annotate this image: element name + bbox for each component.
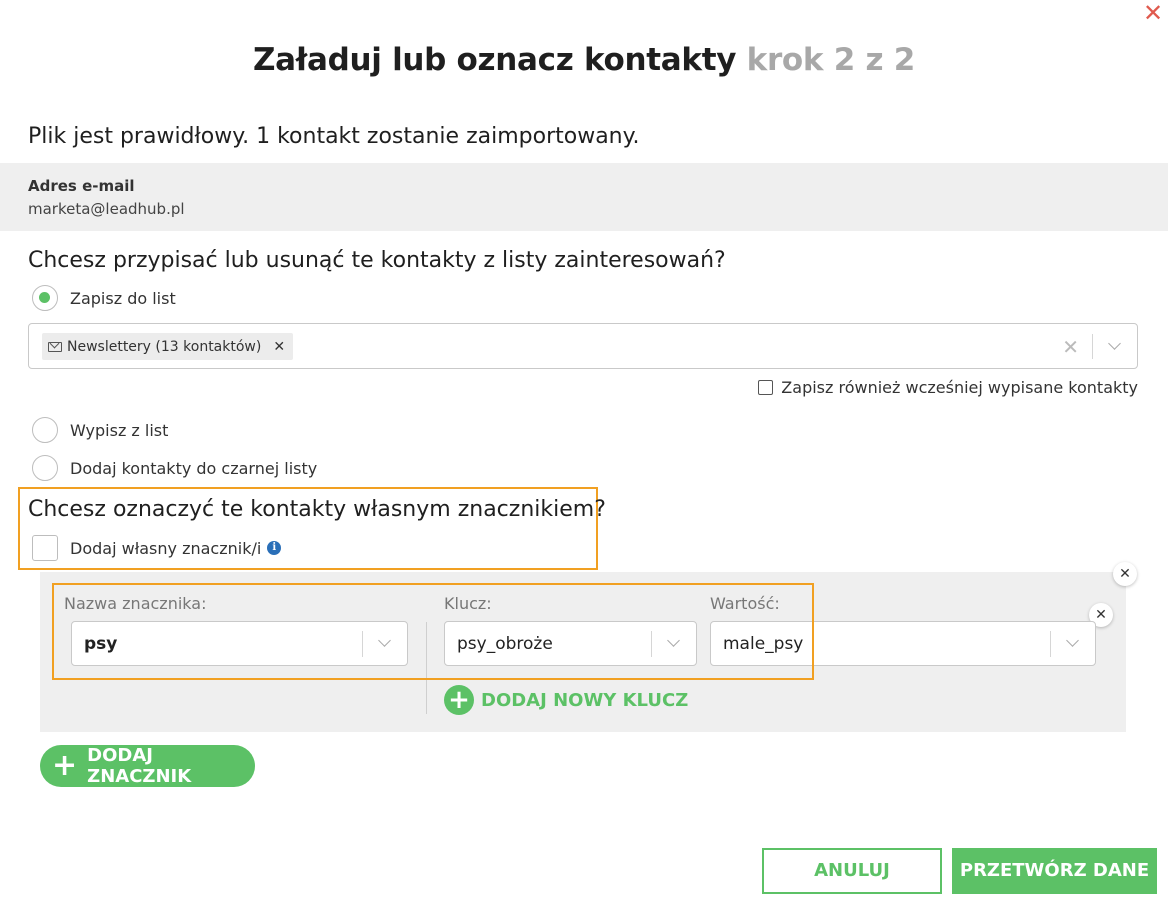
plus-circle-icon: + [444, 685, 474, 715]
chevron-down-icon[interactable] [1066, 634, 1079, 647]
dialog-title: Załaduj lub oznacz kontakty krok 2 z 2 [0, 42, 1168, 78]
also-save-checkbox[interactable]: Zapisz również wcześniej wypisane kontak… [758, 378, 1138, 397]
radio-label: Zapisz do list [70, 288, 176, 308]
remove-tag-icon[interactable]: ✕ [1113, 562, 1137, 586]
list-chip-label: Newslettery (13 kontaktów) [67, 338, 262, 355]
select-separator [1092, 334, 1093, 359]
key-fields-highlight [52, 583, 814, 680]
add-tag-checkbox-row[interactable]: Dodaj własny znacznik/i i [32, 535, 282, 561]
radio-blacklist[interactable]: Dodaj kontakty do czarnej listy [32, 455, 317, 481]
also-save-label: Zapisz również wcześniej wypisane kontak… [781, 378, 1138, 397]
list-chip: Newslettery (13 kontaktów) ✕ [42, 333, 294, 360]
radio-label: Dodaj kontakty do czarnej listy [70, 458, 318, 478]
add-tag-label: DODAJ ZNACZNIK [87, 745, 192, 787]
tags-question: Chcesz oznaczyć te kontakty własnym znac… [28, 497, 606, 522]
preview-column-header: Adres e-mail [28, 177, 135, 195]
radio-button[interactable] [32, 455, 58, 481]
checkbox[interactable] [758, 380, 774, 395]
chevron-down-icon[interactable] [1108, 337, 1121, 350]
process-data-button[interactable]: PRZETWÓRZ DANE [952, 848, 1157, 894]
preview-cell: marketa@leadhub.pl [28, 200, 185, 218]
add-tag-checkbox[interactable] [32, 535, 58, 561]
validation-message: Plik jest prawidłowy. 1 kontakt zostanie… [28, 124, 640, 149]
add-tag-checkbox-label: Dodaj własny znacznik/i [70, 538, 262, 558]
add-key-button[interactable]: + DODAJ NOWY KLUCZ [444, 685, 688, 715]
add-tag-button[interactable]: + DODAJ ZNACZNIK [40, 745, 255, 787]
radio-button[interactable] [32, 417, 58, 443]
preview-table: Adres e-mail marketa@leadhub.pl [0, 163, 1168, 231]
list-select[interactable]: Newslettery (13 kontaktów) ✕ ✕ [28, 323, 1138, 369]
clear-icon[interactable]: ✕ [1062, 335, 1079, 359]
close-icon[interactable]: ✕ [1142, 1, 1164, 25]
info-icon[interactable]: i [267, 541, 282, 555]
add-key-label: DODAJ NOWY KLUCZ [481, 689, 689, 711]
radio-subscribe[interactable]: Zapisz do list [32, 285, 176, 311]
radio-label: Wypisz z list [70, 420, 169, 440]
radio-unsubscribe[interactable]: Wypisz z list [32, 417, 168, 443]
envelope-icon [48, 341, 62, 352]
plus-icon: + [52, 748, 78, 783]
dialog-step: krok 2 z 2 [746, 42, 916, 78]
cancel-button[interactable]: ANULUJ [762, 848, 942, 894]
select-separator [1050, 631, 1051, 657]
radio-button-checked[interactable] [32, 285, 58, 311]
lists-question: Chcesz przypisać lub usunąć te kontakty … [28, 248, 726, 273]
dialog-title-text: Załaduj lub oznacz kontakty [252, 42, 737, 78]
chip-remove-icon[interactable]: ✕ [273, 339, 285, 355]
